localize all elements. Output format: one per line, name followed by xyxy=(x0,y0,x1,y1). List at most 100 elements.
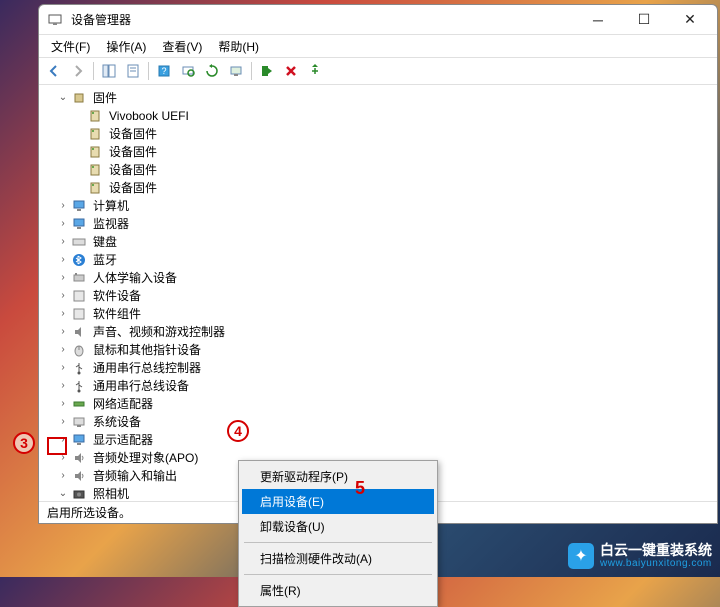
tree-expander[interactable]: › xyxy=(55,449,71,467)
tree-firmware-child-4[interactable]: 设备固件 xyxy=(47,179,709,197)
tree-category-8[interactable]: › 鼠标和其他指针设备 xyxy=(47,341,709,359)
tree-expander[interactable]: › xyxy=(55,431,71,449)
tree-category-2[interactable]: › 键盘 xyxy=(47,233,709,251)
tree-category-3[interactable]: › 蓝牙 xyxy=(47,251,709,269)
cm-uninstall[interactable]: 卸载设备(U) xyxy=(242,514,434,539)
monitor-icon xyxy=(71,198,87,214)
toolbar: ? xyxy=(39,57,717,85)
firmware-icon xyxy=(87,180,103,196)
tree-category-12[interactable]: › 系统设备 xyxy=(47,413,709,431)
hid-icon xyxy=(71,270,87,286)
device-tree[interactable]: ⌄ 固件 Vivobook UEFI 设备固件 设备固件 设备固件 设备固件 ›… xyxy=(39,85,717,501)
watermark: ✦ 白云一键重装系统 www.baiyunxitong.com xyxy=(568,543,712,569)
tb-help[interactable]: ? xyxy=(153,60,175,82)
menubar: 文件(F) 操作(A) 查看(V) 帮助(H) xyxy=(39,35,717,57)
tree-firmware[interactable]: ⌄ 固件 xyxy=(47,89,709,107)
software-icon xyxy=(71,288,87,304)
tb-scan-icon[interactable] xyxy=(177,60,199,82)
tree-item-label: 软件组件 xyxy=(91,305,143,323)
monitor-icon xyxy=(71,216,87,232)
cm-separator xyxy=(244,542,432,543)
device-manager-window: 设备管理器 ─ ☐ ✕ 文件(F) 操作(A) 查看(V) 帮助(H) ? ⌄ … xyxy=(38,4,718,524)
tree-item-label: 蓝牙 xyxy=(91,251,119,269)
usb-icon xyxy=(71,360,87,376)
tree-expander[interactable]: › xyxy=(55,287,71,305)
context-menu: 更新驱动程序(P) 启用设备(E) 卸载设备(U) 扫描检测硬件改动(A) 属性… xyxy=(238,460,438,607)
tb-add-icon[interactable] xyxy=(304,60,326,82)
cm-separator xyxy=(244,574,432,575)
chip-icon xyxy=(71,90,87,106)
sound-icon xyxy=(71,324,87,340)
tree-item-label: 固件 xyxy=(91,89,119,107)
tree-category-7[interactable]: › 声音、视频和游戏控制器 xyxy=(47,323,709,341)
mouse-icon xyxy=(71,342,87,358)
cm-enable-device[interactable]: 启用设备(E) xyxy=(242,489,434,514)
tree-category-4[interactable]: › 人体学输入设备 xyxy=(47,269,709,287)
tree-firmware-child-0[interactable]: Vivobook UEFI xyxy=(47,107,709,125)
tree-expander[interactable]: › xyxy=(55,359,71,377)
tree-firmware-child-1[interactable]: 设备固件 xyxy=(47,125,709,143)
tb-properties[interactable] xyxy=(122,60,144,82)
tree-category-13[interactable]: › 显示适配器 xyxy=(47,431,709,449)
watermark-url: www.baiyunxitong.com xyxy=(600,558,712,569)
tree-expander[interactable]: › xyxy=(55,269,71,287)
display-icon xyxy=(71,432,87,448)
tree-firmware-child-3[interactable]: 设备固件 xyxy=(47,161,709,179)
toolbar-separator xyxy=(148,62,149,80)
menu-action[interactable]: 操作(A) xyxy=(98,36,154,57)
tree-expander[interactable]: › xyxy=(55,377,71,395)
cm-scan[interactable]: 扫描检测硬件改动(A) xyxy=(242,546,434,571)
firmware-icon xyxy=(87,108,103,124)
tree-category-0[interactable]: › 计算机 xyxy=(47,197,709,215)
forward-button[interactable] xyxy=(67,60,89,82)
network-icon xyxy=(71,396,87,412)
tree-expander[interactable]: › xyxy=(55,305,71,323)
firmware-icon xyxy=(87,126,103,142)
tree-category-6[interactable]: › 软件组件 xyxy=(47,305,709,323)
close-button[interactable]: ✕ xyxy=(667,5,713,35)
menu-file[interactable]: 文件(F) xyxy=(43,36,98,57)
cm-update-driver[interactable]: 更新驱动程序(P) xyxy=(242,464,434,489)
tree-expander[interactable]: › xyxy=(55,197,71,215)
tree-item-label: Vivobook UEFI xyxy=(107,107,191,125)
tb-exit-icon[interactable] xyxy=(256,60,278,82)
menu-view[interactable]: 查看(V) xyxy=(154,36,210,57)
tb-enable-icon[interactable] xyxy=(225,60,247,82)
minimize-button[interactable]: ─ xyxy=(575,5,621,35)
tree-item-label: 设备固件 xyxy=(107,161,159,179)
tree-expander[interactable]: › xyxy=(55,341,71,359)
status-text: 启用所选设备。 xyxy=(47,504,131,521)
tb-delete-icon[interactable] xyxy=(280,60,302,82)
svg-text:?: ? xyxy=(161,66,166,76)
window-title: 设备管理器 xyxy=(71,11,575,28)
tree-expander[interactable]: › xyxy=(55,467,71,485)
tree-category-1[interactable]: › 监视器 xyxy=(47,215,709,233)
tree-item-label: 鼠标和其他指针设备 xyxy=(91,341,203,359)
tb-update-icon[interactable] xyxy=(201,60,223,82)
tree-item-label: 监视器 xyxy=(91,215,131,233)
bluetooth-icon xyxy=(71,252,87,268)
system-icon xyxy=(71,414,87,430)
tree-category-11[interactable]: › 网络适配器 xyxy=(47,395,709,413)
tree-expander[interactable]: › xyxy=(55,413,71,431)
tree-category-5[interactable]: › 软件设备 xyxy=(47,287,709,305)
tree-item-label: 设备固件 xyxy=(107,179,159,197)
tree-expander[interactable]: ⌄ xyxy=(55,89,71,107)
tree-expander[interactable]: › xyxy=(55,215,71,233)
menu-help[interactable]: 帮助(H) xyxy=(210,36,267,57)
tree-expander[interactable]: › xyxy=(55,233,71,251)
tree-expander[interactable]: › xyxy=(55,323,71,341)
tree-item-label: 设备固件 xyxy=(107,125,159,143)
maximize-button[interactable]: ☐ xyxy=(621,5,667,35)
tree-expander[interactable]: › xyxy=(55,251,71,269)
tree-category-10[interactable]: › 通用串行总线设备 xyxy=(47,377,709,395)
tree-expander[interactable]: ⌄ xyxy=(55,485,71,501)
tree-item-label: 设备固件 xyxy=(107,143,159,161)
cm-properties[interactable]: 属性(R) xyxy=(242,578,434,603)
tree-expander[interactable]: › xyxy=(55,395,71,413)
back-button[interactable] xyxy=(43,60,65,82)
tree-firmware-child-2[interactable]: 设备固件 xyxy=(47,143,709,161)
tree-category-9[interactable]: › 通用串行总线控制器 xyxy=(47,359,709,377)
tb-console-tree[interactable] xyxy=(98,60,120,82)
tree-item-label: 音频输入和输出 xyxy=(91,467,179,485)
